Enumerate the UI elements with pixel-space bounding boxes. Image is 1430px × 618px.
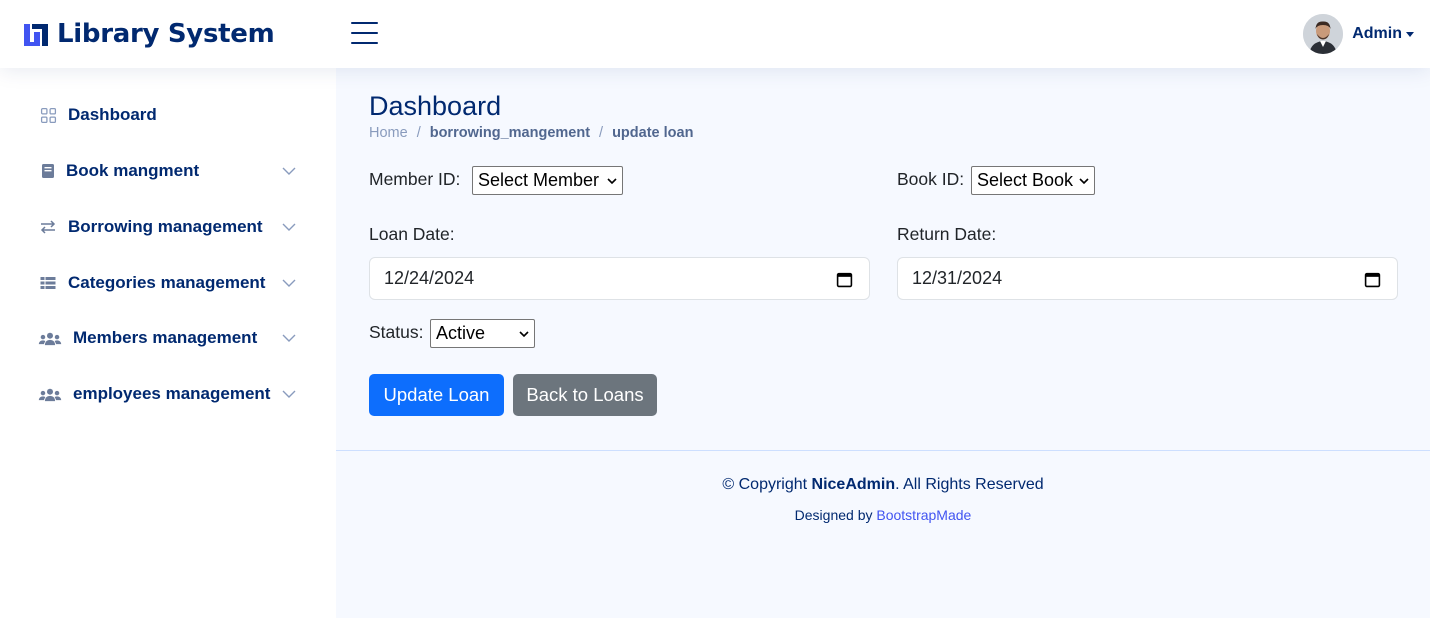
chevron-down-icon [282,279,296,287]
designed-by-text: Designed by [794,507,877,523]
page-title: Dashboard [369,91,502,121]
sidebar-item-label: Borrowing management [68,217,263,236]
member-id-label: Member ID: [369,169,461,189]
book-select-value: Select Book [977,170,1074,190]
breadcrumb-separator: / [416,125,421,141]
return-date-label: Return Date: [897,224,997,244]
logo[interactable]: Library System [22,18,275,50]
book-id-label: Book ID: [897,169,965,189]
sidebar-item-book-management[interactable]: Book mangment [20,149,316,193]
book-select[interactable]: Select Book [971,166,1095,195]
sidebar-toggle-icon[interactable] [351,22,378,44]
breadcrumb-item[interactable]: borrowing_mangement [430,125,590,141]
logo-text: Library System [57,19,275,49]
main-content: Dashboard Home / borrowing_mangement / u… [336,68,1430,618]
avatar [1303,14,1344,54]
sidebar-item-label: employees management [73,384,271,403]
caret-down-icon [1406,31,1414,37]
breadcrumb-home-link[interactable]: Home [369,125,408,141]
chevron-down-icon [282,167,296,175]
chevron-down-icon [607,178,617,185]
member-select-value: Select Member [478,170,600,190]
user-name: Admin [1352,25,1402,42]
copyright-suffix: . All Rights Reserved [895,476,1044,493]
sidebar-item-employees-management[interactable]: employees management [20,372,316,416]
designer-link[interactable]: BootstrapMade [876,507,971,523]
sidebar-item-borrowing-management[interactable]: Borrowing management [20,205,316,249]
footer: © Copyright NiceAdmin. All Rights Reserv… [336,450,1430,618]
sidebar-item-members-management[interactable]: Members management [20,316,316,360]
sidebar-item-categories-management[interactable]: Categories management [20,261,316,305]
copyright: © Copyright NiceAdmin. All Rights Reserv… [336,476,1430,494]
return-date-value: 12/31/2024 [912,268,1003,288]
breadcrumb: Home / borrowing_mangement / update loan [369,125,693,141]
status-label: Status: [369,322,424,342]
breadcrumb-item-current: update loan [612,125,694,141]
chevron-down-icon [519,331,529,338]
grid-icon [38,105,58,125]
back-to-loans-button[interactable]: Back to Loans [513,374,657,416]
update-loan-button[interactable]: Update Loan [369,374,504,416]
list-icon [38,273,58,293]
return-date-input[interactable]: 12/31/2024 [897,257,1398,300]
calendar-icon[interactable] [1364,271,1381,288]
chevron-down-icon [282,223,296,231]
sidebar-item-dashboard[interactable]: Dashboard [20,93,316,137]
breadcrumb-separator: / [599,125,604,141]
book-icon [38,161,58,181]
chevron-down-icon [282,390,296,398]
status-select-value: Active [436,323,486,343]
copyright-brand: NiceAdmin [811,476,896,493]
arrows-exchange-icon [38,217,58,237]
top-header: Library System Admin [0,0,1430,68]
sidebar-item-label: Categories management [68,273,266,292]
chevron-down-icon [1079,178,1089,185]
calendar-icon[interactable] [836,271,853,288]
status-select[interactable]: Active [430,319,535,348]
sidebar-item-label: Members management [73,328,258,347]
people-icon [38,384,62,404]
people-icon [38,328,62,348]
loan-date-label: Loan Date: [369,224,455,244]
sidebar: Dashboard Book mangment Borrowing manage… [0,68,336,618]
sidebar-item-label: Book mangment [66,161,200,180]
library-logo-icon [24,24,48,46]
copyright-prefix: © Copyright [722,476,812,493]
profile-dropdown[interactable]: Admin [1303,13,1414,55]
sidebar-item-label: Dashboard [68,105,157,124]
loan-date-input[interactable]: 12/24/2024 [369,257,870,300]
chevron-down-icon [282,334,296,342]
loan-date-value: 12/24/2024 [384,268,475,288]
member-select[interactable]: Select Member [472,166,623,195]
credits: Designed by BootstrapMade [336,507,1430,523]
